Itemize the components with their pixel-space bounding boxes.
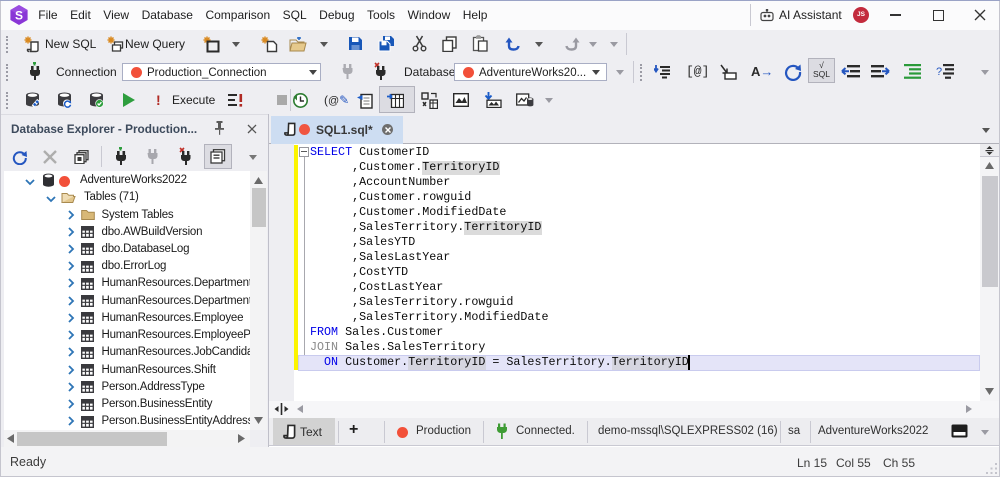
svg-text:?: ? bbox=[936, 66, 942, 78]
svg-text:S: S bbox=[15, 9, 23, 23]
